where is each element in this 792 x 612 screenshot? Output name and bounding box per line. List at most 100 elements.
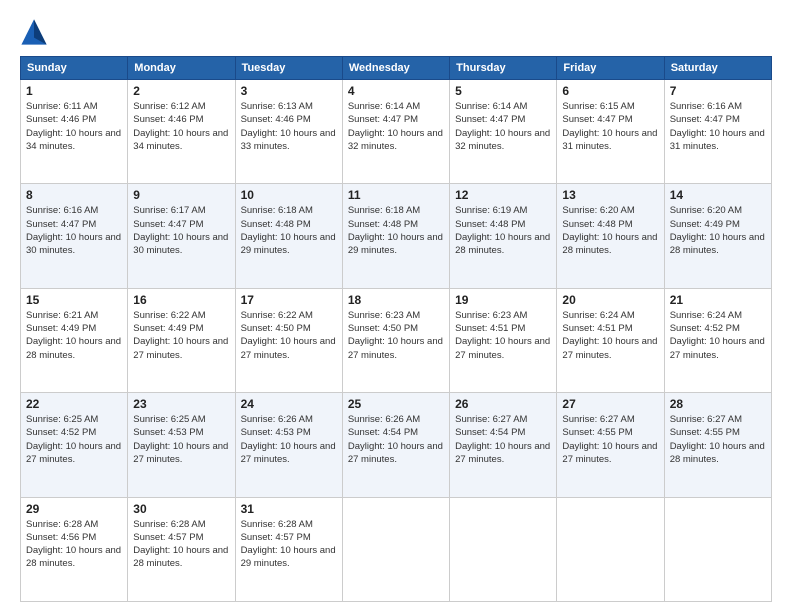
sunset-label: Sunset: 4:51 PM [562,323,632,334]
daylight-label: Daylight: 10 hours and 28 minutes. [562,232,657,256]
sunrise-label: Sunrise: 6:22 AM [241,310,313,321]
sunset-label: Sunset: 4:49 PM [133,323,203,334]
daylight-label: Daylight: 10 hours and 32 minutes. [455,128,550,152]
sunset-label: Sunset: 4:54 PM [348,427,418,438]
sunset-label: Sunset: 4:49 PM [26,323,96,334]
day-info: Sunrise: 6:22 AM Sunset: 4:50 PM Dayligh… [241,309,337,362]
day-number: 28 [670,397,766,411]
calendar-cell: 20 Sunrise: 6:24 AM Sunset: 4:51 PM Dayl… [557,288,664,392]
day-number: 1 [26,84,122,98]
calendar-cell: 27 Sunrise: 6:27 AM Sunset: 4:55 PM Dayl… [557,393,664,497]
logo-icon [20,18,48,46]
calendar-cell: 29 Sunrise: 6:28 AM Sunset: 4:56 PM Dayl… [21,497,128,601]
sunset-label: Sunset: 4:54 PM [455,427,525,438]
calendar-cell: 9 Sunrise: 6:17 AM Sunset: 4:47 PM Dayli… [128,184,235,288]
day-number: 26 [455,397,551,411]
day-info: Sunrise: 6:25 AM Sunset: 4:52 PM Dayligh… [26,413,122,466]
sunset-label: Sunset: 4:47 PM [133,219,203,230]
sunrise-label: Sunrise: 6:22 AM [133,310,205,321]
daylight-label: Daylight: 10 hours and 32 minutes. [348,128,443,152]
day-info: Sunrise: 6:22 AM Sunset: 4:49 PM Dayligh… [133,309,229,362]
sunrise-label: Sunrise: 6:24 AM [670,310,742,321]
sunset-label: Sunset: 4:52 PM [26,427,96,438]
sunset-label: Sunset: 4:57 PM [241,532,311,543]
weekday-saturday: Saturday [664,57,771,80]
week-row-4: 22 Sunrise: 6:25 AM Sunset: 4:52 PM Dayl… [21,393,772,497]
daylight-label: Daylight: 10 hours and 27 minutes. [348,336,443,360]
sunset-label: Sunset: 4:46 PM [241,114,311,125]
sunset-label: Sunset: 4:56 PM [26,532,96,543]
day-info: Sunrise: 6:28 AM Sunset: 4:56 PM Dayligh… [26,518,122,571]
sunset-label: Sunset: 4:52 PM [670,323,740,334]
day-number: 2 [133,84,229,98]
weekday-wednesday: Wednesday [342,57,449,80]
sunset-label: Sunset: 4:53 PM [133,427,203,438]
daylight-label: Daylight: 10 hours and 29 minutes. [348,232,443,256]
daylight-label: Daylight: 10 hours and 33 minutes. [241,128,336,152]
daylight-label: Daylight: 10 hours and 31 minutes. [562,128,657,152]
daylight-label: Daylight: 10 hours and 27 minutes. [241,336,336,360]
day-number: 6 [562,84,658,98]
sunrise-label: Sunrise: 6:16 AM [26,205,98,216]
sunrise-label: Sunrise: 6:15 AM [562,101,634,112]
calendar-cell: 17 Sunrise: 6:22 AM Sunset: 4:50 PM Dayl… [235,288,342,392]
logo [20,18,52,46]
day-info: Sunrise: 6:26 AM Sunset: 4:54 PM Dayligh… [348,413,444,466]
daylight-label: Daylight: 10 hours and 34 minutes. [133,128,228,152]
day-info: Sunrise: 6:21 AM Sunset: 4:49 PM Dayligh… [26,309,122,362]
daylight-label: Daylight: 10 hours and 27 minutes. [562,336,657,360]
day-info: Sunrise: 6:14 AM Sunset: 4:47 PM Dayligh… [348,100,444,153]
header [20,18,772,46]
sunset-label: Sunset: 4:50 PM [241,323,311,334]
sunrise-label: Sunrise: 6:26 AM [241,414,313,425]
daylight-label: Daylight: 10 hours and 31 minutes. [670,128,765,152]
day-info: Sunrise: 6:17 AM Sunset: 4:47 PM Dayligh… [133,204,229,257]
sunrise-label: Sunrise: 6:11 AM [26,101,98,112]
day-info: Sunrise: 6:18 AM Sunset: 4:48 PM Dayligh… [348,204,444,257]
sunrise-label: Sunrise: 6:17 AM [133,205,205,216]
calendar-cell: 28 Sunrise: 6:27 AM Sunset: 4:55 PM Dayl… [664,393,771,497]
sunset-label: Sunset: 4:47 PM [562,114,632,125]
day-number: 19 [455,293,551,307]
day-number: 29 [26,502,122,516]
day-info: Sunrise: 6:20 AM Sunset: 4:48 PM Dayligh… [562,204,658,257]
sunset-label: Sunset: 4:47 PM [26,219,96,230]
daylight-label: Daylight: 10 hours and 28 minutes. [133,545,228,569]
daylight-label: Daylight: 10 hours and 27 minutes. [241,441,336,465]
sunrise-label: Sunrise: 6:25 AM [133,414,205,425]
calendar-cell [450,497,557,601]
sunrise-label: Sunrise: 6:18 AM [348,205,420,216]
day-number: 22 [26,397,122,411]
calendar-cell [342,497,449,601]
day-number: 27 [562,397,658,411]
sunrise-label: Sunrise: 6:25 AM [26,414,98,425]
day-info: Sunrise: 6:28 AM Sunset: 4:57 PM Dayligh… [133,518,229,571]
sunset-label: Sunset: 4:46 PM [133,114,203,125]
sunrise-label: Sunrise: 6:27 AM [562,414,634,425]
daylight-label: Daylight: 10 hours and 30 minutes. [133,232,228,256]
sunrise-label: Sunrise: 6:27 AM [670,414,742,425]
day-info: Sunrise: 6:12 AM Sunset: 4:46 PM Dayligh… [133,100,229,153]
day-info: Sunrise: 6:16 AM Sunset: 4:47 PM Dayligh… [670,100,766,153]
sunrise-label: Sunrise: 6:23 AM [455,310,527,321]
day-info: Sunrise: 6:26 AM Sunset: 4:53 PM Dayligh… [241,413,337,466]
sunset-label: Sunset: 4:51 PM [455,323,525,334]
day-number: 4 [348,84,444,98]
daylight-label: Daylight: 10 hours and 27 minutes. [348,441,443,465]
calendar-cell: 5 Sunrise: 6:14 AM Sunset: 4:47 PM Dayli… [450,80,557,184]
day-number: 13 [562,188,658,202]
sunrise-label: Sunrise: 6:28 AM [241,519,313,530]
sunrise-label: Sunrise: 6:23 AM [348,310,420,321]
daylight-label: Daylight: 10 hours and 28 minutes. [26,336,121,360]
week-row-2: 8 Sunrise: 6:16 AM Sunset: 4:47 PM Dayli… [21,184,772,288]
day-info: Sunrise: 6:25 AM Sunset: 4:53 PM Dayligh… [133,413,229,466]
calendar-cell: 4 Sunrise: 6:14 AM Sunset: 4:47 PM Dayli… [342,80,449,184]
sunset-label: Sunset: 4:47 PM [348,114,418,125]
calendar-cell: 7 Sunrise: 6:16 AM Sunset: 4:47 PM Dayli… [664,80,771,184]
day-info: Sunrise: 6:18 AM Sunset: 4:48 PM Dayligh… [241,204,337,257]
weekday-tuesday: Tuesday [235,57,342,80]
calendar-cell: 1 Sunrise: 6:11 AM Sunset: 4:46 PM Dayli… [21,80,128,184]
sunset-label: Sunset: 4:49 PM [670,219,740,230]
week-row-1: 1 Sunrise: 6:11 AM Sunset: 4:46 PM Dayli… [21,80,772,184]
day-number: 16 [133,293,229,307]
